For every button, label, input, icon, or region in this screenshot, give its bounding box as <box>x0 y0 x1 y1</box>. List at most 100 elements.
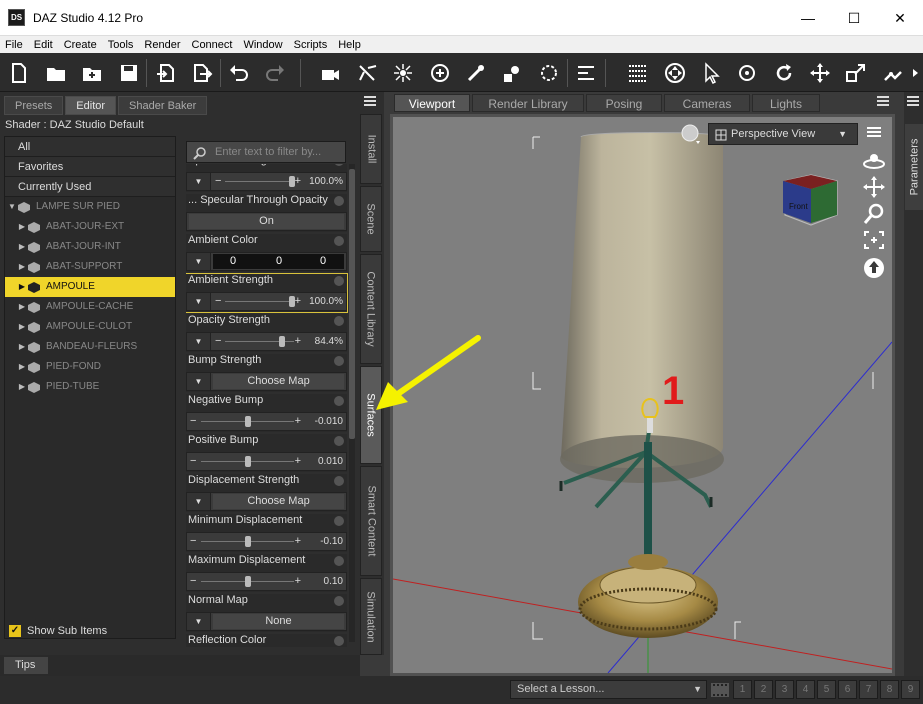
gear-icon[interactable] <box>334 196 344 206</box>
property-control[interactable]: ▼ Choose Map <box>186 492 347 511</box>
tree-item[interactable]: ▶ PIED-FOND <box>5 357 175 377</box>
pointer-icon[interactable] <box>699 61 723 85</box>
plus-icon[interactable]: + <box>295 533 301 549</box>
dropdown-arrow-icon[interactable]: ▼ <box>187 333 211 350</box>
slider-track[interactable] <box>225 336 294 347</box>
lesson-step[interactable]: 5 <box>817 680 836 699</box>
pane-options-icon[interactable] <box>363 95 377 107</box>
property-button[interactable]: Choose Map <box>213 374 344 389</box>
tips-tab[interactable]: Tips <box>4 657 48 674</box>
null-icon[interactable] <box>537 61 561 85</box>
lesson-step[interactable]: 2 <box>754 680 773 699</box>
color-swatch[interactable]: 0 0 0 <box>213 254 344 269</box>
property-control[interactable]: ▼ − +100.0% <box>186 172 347 191</box>
side-tab-scene[interactable]: Scene <box>360 186 382 252</box>
plus-icon[interactable]: + <box>295 573 301 589</box>
gear-icon[interactable] <box>334 476 344 486</box>
minus-icon[interactable]: − <box>215 333 221 349</box>
save-icon[interactable] <box>117 61 141 85</box>
minus-icon[interactable]: − <box>190 413 196 429</box>
lesson-step[interactable]: 9 <box>901 680 920 699</box>
gear-icon[interactable] <box>334 636 344 646</box>
gear-icon[interactable] <box>334 276 344 286</box>
align-icon[interactable] <box>574 61 598 85</box>
filter-favorites[interactable]: Favorites <box>5 157 175 177</box>
tab-posing[interactable]: Posing <box>586 94 662 112</box>
property-control[interactable]: ▼ None <box>186 612 347 631</box>
tree-item[interactable]: ▶ ABAT-SUPPORT <box>5 257 175 277</box>
view-select-dropdown[interactable]: Perspective View ▼ <box>708 123 858 145</box>
lesson-step[interactable]: 6 <box>838 680 857 699</box>
menu-file[interactable]: File <box>0 39 29 51</box>
slider-track[interactable] <box>201 456 294 467</box>
camera-icon[interactable] <box>318 61 342 85</box>
pan-camera-icon[interactable] <box>862 176 886 198</box>
lesson-select[interactable]: Select a Lesson... ▼ <box>510 680 707 699</box>
gear-icon[interactable] <box>334 164 344 166</box>
side-tab-parameters[interactable]: Parameters <box>905 124 923 210</box>
undo-icon[interactable] <box>227 61 251 85</box>
property-control[interactable]: − +0.010 <box>186 452 347 471</box>
collapse-arrow-icon[interactable]: ▼ <box>7 197 17 217</box>
merge-folder-icon[interactable] <box>80 61 104 85</box>
lesson-step[interactable]: 8 <box>880 680 899 699</box>
property-control[interactable]: ▼ 0 0 0 <box>186 252 347 271</box>
property-value[interactable]: 0.010 <box>318 453 343 470</box>
gear-icon[interactable] <box>334 316 344 326</box>
show-sub-items[interactable]: ✓ Show Sub Items <box>9 625 107 637</box>
property-value[interactable]: 100.0% <box>309 293 343 310</box>
close-button[interactable]: ✕ <box>877 0 923 36</box>
property-control[interactable]: ▼ − +84.4% <box>186 332 347 351</box>
tree-item[interactable]: ▶ PIED-TUBE <box>5 377 175 397</box>
slider-knob[interactable] <box>244 416 251 427</box>
minimize-button[interactable]: — <box>785 0 831 36</box>
viewport-options-icon[interactable] <box>866 126 882 140</box>
dropdown-arrow-icon[interactable]: ▼ <box>187 293 211 310</box>
scale-icon[interactable] <box>844 61 868 85</box>
primitive-icon[interactable] <box>500 61 524 85</box>
filter-currently-used[interactable]: Currently Used <box>5 177 175 197</box>
tab-render-library[interactable]: Render Library <box>472 94 584 112</box>
property-value[interactable]: 0.10 <box>324 573 343 590</box>
tree-item[interactable]: ▶ BANDEAU-FLEURS <box>5 337 175 357</box>
frame-icon[interactable] <box>862 229 886 251</box>
plus-icon[interactable]: + <box>295 333 301 349</box>
property-button[interactable]: On <box>189 214 344 229</box>
slider-track[interactable] <box>201 576 294 587</box>
dropdown-arrow-icon[interactable]: ▼ <box>187 613 211 630</box>
dropdown-arrow-icon[interactable]: ▼ <box>187 493 211 510</box>
minus-icon[interactable]: − <box>215 173 221 189</box>
reset-camera-icon[interactable] <box>862 256 886 280</box>
side-tab-install[interactable]: Install <box>360 114 382 184</box>
tab-lights[interactable]: Lights <box>752 94 820 112</box>
side-tab-simulation[interactable]: Simulation <box>360 578 382 655</box>
tree-root[interactable]: ▼ LAMPE SUR PIED <box>5 197 175 217</box>
right-pane-menu-icon[interactable] <box>906 95 920 107</box>
universal-tool-icon[interactable] <box>663 61 687 85</box>
gear-icon[interactable] <box>334 556 344 566</box>
new-file-icon[interactable] <box>7 61 31 85</box>
plus-icon[interactable]: + <box>295 173 301 189</box>
property-control[interactable]: − + -0.10 <box>186 532 347 551</box>
gear-icon[interactable] <box>334 596 344 606</box>
property-value[interactable]: -0.010 <box>315 413 343 430</box>
import-icon[interactable] <box>154 61 178 85</box>
tab-presets[interactable]: Presets <box>4 96 64 115</box>
lesson-step[interactable]: 3 <box>775 680 794 699</box>
slider-knob[interactable] <box>244 456 251 467</box>
maximize-button[interactable]: ☐ <box>831 0 877 36</box>
lesson-step[interactable]: 4 <box>796 680 815 699</box>
property-control[interactable]: − +0.10 <box>186 572 347 591</box>
gear-icon[interactable] <box>334 236 344 246</box>
dropdown-arrow-icon[interactable]: ▼ <box>187 173 211 190</box>
plus-icon[interactable]: + <box>295 293 301 309</box>
menu-tools[interactable]: Tools <box>103 39 140 51</box>
translate-icon[interactable] <box>808 61 832 85</box>
plus-icon[interactable]: + <box>295 413 301 429</box>
slider-knob[interactable] <box>278 336 285 347</box>
menu-render[interactable]: Render <box>139 39 186 51</box>
slider-track[interactable] <box>225 176 295 187</box>
gear-icon[interactable] <box>334 356 344 366</box>
grid-icon[interactable] <box>626 61 650 85</box>
slider-track[interactable] <box>201 536 294 547</box>
